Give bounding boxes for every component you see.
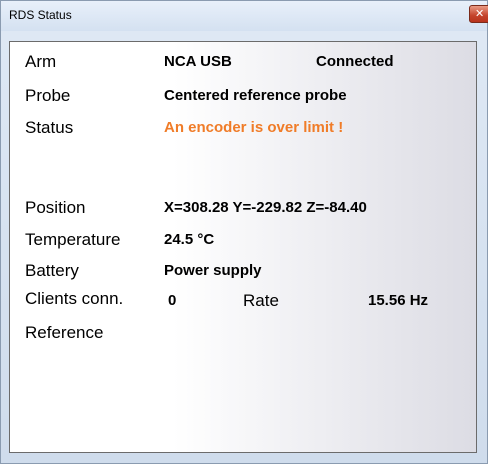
rds-status-window: RDS Status ✕ Arm NCA USB Connected Probe…: [0, 0, 488, 464]
arm-label: Arm: [25, 52, 57, 71]
arm-value: NCA USB: [164, 53, 232, 70]
rate-label: Rate: [243, 291, 279, 310]
close-icon: ✕: [475, 7, 485, 20]
title-bar[interactable]: RDS Status ✕: [1, 1, 488, 31]
status-panel: Arm NCA USB Connected Probe Centered ref…: [9, 41, 477, 453]
position-label: Position: [25, 198, 86, 217]
probe-value: Centered reference probe: [164, 87, 347, 104]
status-label: Status: [25, 118, 74, 137]
rate-value: 15.56 Hz: [368, 292, 429, 309]
close-button[interactable]: ✕: [469, 5, 488, 23]
window-title: RDS Status: [9, 8, 72, 22]
reference-label: Reference: [25, 323, 104, 342]
status-warning-message: An encoder is over limit !: [164, 119, 344, 136]
temperature-label: Temperature: [25, 230, 121, 249]
clients-conn-label: Clients conn.: [25, 289, 124, 308]
arm-connection-status: Connected: [316, 53, 394, 70]
battery-label: Battery: [25, 261, 79, 280]
clients-conn-value: 0: [168, 292, 177, 309]
probe-label: Probe: [25, 86, 71, 105]
temperature-value: 24.5 °C: [164, 231, 215, 248]
battery-value: Power supply: [164, 262, 262, 279]
position-value: X=308.28 Y=-229.82 Z=-84.40: [164, 199, 367, 216]
